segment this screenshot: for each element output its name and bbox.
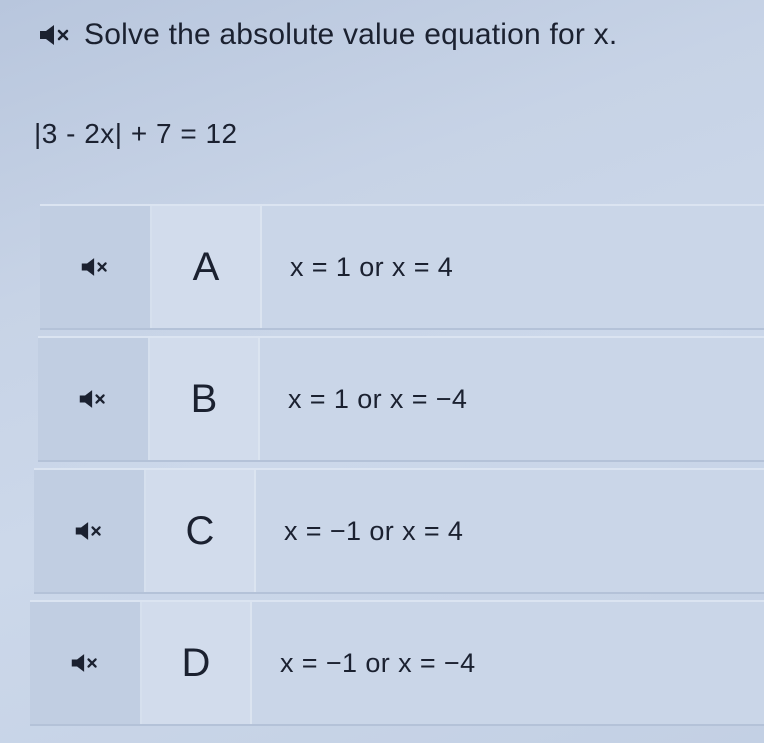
choice-d[interactable]: D x = −1 or x = −4: [30, 600, 764, 726]
choice-a[interactable]: A x = 1 or x = 4: [40, 204, 764, 330]
speaker-muted-icon: [80, 255, 110, 279]
choice-d-letter-cell: D: [142, 602, 252, 724]
choice-letter: B: [190, 376, 218, 421]
choice-a-audio-button[interactable]: [40, 206, 152, 328]
choice-c-letter-cell: C: [146, 470, 256, 592]
answer-choices: A x = 1 or x = 4 B x = 1 or x = −4 C x =…: [0, 0, 764, 743]
choice-a-letter-cell: A: [152, 206, 262, 328]
speaker-muted-icon: [74, 519, 104, 543]
choice-letter: C: [185, 508, 215, 553]
choice-answer: x = 1 or x = 4: [290, 251, 454, 282]
speaker-muted-icon: [78, 387, 108, 411]
choice-letter: A: [192, 244, 220, 289]
choice-answer: x = −1 or x = −4: [280, 647, 476, 678]
choice-letter: D: [181, 640, 211, 685]
speaker-muted-icon: [70, 651, 100, 675]
choice-answer: x = −1 or x = 4: [284, 515, 464, 546]
choice-d-audio-button[interactable]: [30, 602, 142, 724]
choice-c[interactable]: C x = −1 or x = 4: [34, 468, 764, 594]
choice-b-letter-cell: B: [150, 338, 260, 460]
choice-answer: x = 1 or x = −4: [288, 383, 468, 414]
choice-b[interactable]: B x = 1 or x = −4: [38, 336, 764, 462]
choice-b-audio-button[interactable]: [38, 338, 150, 460]
choice-c-audio-button[interactable]: [34, 470, 146, 592]
